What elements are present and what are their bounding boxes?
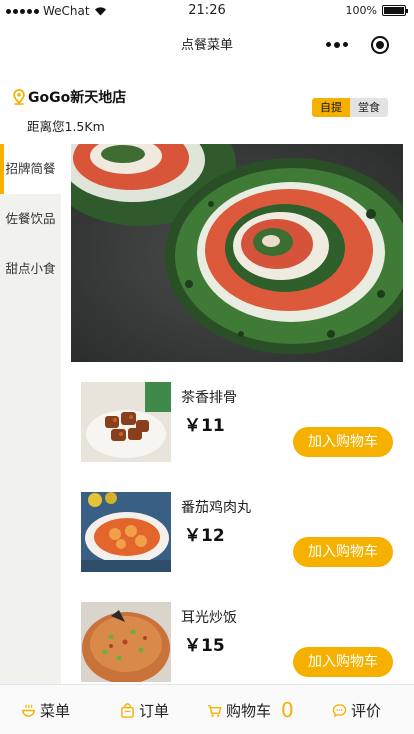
tab-review[interactable]: 评价 [332,685,381,734]
menu-bowl-icon [22,703,35,717]
tab-menu[interactable]: 菜单 [21,685,70,734]
category-desserts[interactable]: 甜点小食 [0,244,61,294]
product-card: 番茄鸡肉丸 ￥12 加入购物车 [81,492,403,582]
add-to-cart-button[interactable]: 加入购物车 [293,427,393,457]
category-sidebar: 招牌简餐 佐餐饮品 甜点小食 [0,144,61,684]
product-card: 茶香排骨 ￥11 加入购物车 [81,382,403,472]
category-signature[interactable]: 招牌简餐 [0,144,61,194]
salmon-roll-illustration [71,144,403,362]
product-price: ￥15 [184,636,225,656]
tab-orders[interactable]: 订单 [120,685,169,734]
mode-dine-in[interactable]: 堂食 [350,98,388,117]
product-card: 耳光炒饭 ￥15 加入购物车 [81,602,403,692]
dining-mode-toggle[interactable]: 自提 堂食 [312,98,388,117]
battery-status: 100% [345,4,408,17]
bottom-tab-bar: 菜单 订单 购物车 0 评价 [0,684,414,734]
tab-orders-label: 订单 [139,701,170,720]
more-dots-icon[interactable] [326,41,348,48]
battery-percent: 100% [345,4,377,17]
tab-menu-label: 菜单 [40,701,71,720]
tab-cart[interactable]: 购物车 0 [207,685,294,734]
category-drinks[interactable]: 佐餐饮品 [0,194,61,244]
fried-rice-photo [81,602,171,682]
tab-cart-label: 购物车 [226,701,272,720]
store-name[interactable]: GoGo新天地店 [28,87,126,107]
product-name: 耳光炒饭 [181,610,237,626]
banner-image[interactable] [71,144,403,362]
product-image[interactable] [81,602,171,682]
store-header: GoGo新天地店 距离您1.5Km 自提 堂食 [0,80,414,140]
status-bar: WeChat 21:26 100% [0,0,414,22]
orders-bag-icon [121,702,134,718]
mode-pickup[interactable]: 自提 [312,98,350,117]
tab-review-label: 评价 [351,701,382,720]
cart-icon [207,704,222,717]
store-distance: 距离您1.5Km [27,119,105,134]
add-to-cart-button[interactable]: 加入购物车 [293,537,393,567]
product-price: ￥12 [184,526,225,546]
product-name: 茶香排骨 [181,390,237,406]
product-image[interactable] [81,382,171,462]
page-title: 点餐菜单 [180,38,233,53]
target-icon[interactable] [371,36,389,54]
product-image[interactable] [81,492,171,572]
location-pin-icon [13,89,25,105]
add-to-cart-button[interactable]: 加入购物车 [293,647,393,677]
product-price: ￥11 [184,416,225,436]
review-chat-icon [332,703,347,717]
ribs-photo [81,382,171,462]
cart-count-badge: 0 [281,698,294,722]
nav-bar: 点餐菜单 [0,22,414,66]
meatball-soup-photo [81,492,171,572]
product-name: 番茄鸡肉丸 [181,500,251,516]
battery-icon [382,5,408,16]
